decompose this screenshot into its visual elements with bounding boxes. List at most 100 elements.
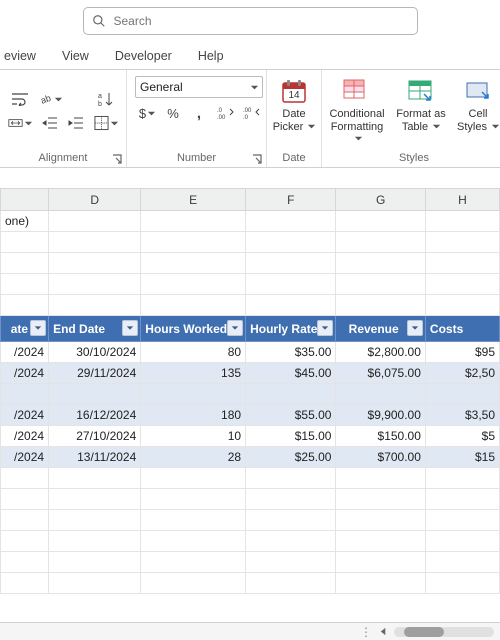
cell[interactable] — [141, 573, 246, 594]
comma-format-button[interactable]: , — [187, 102, 211, 124]
cell[interactable]: $3,50 — [425, 405, 499, 426]
cell[interactable] — [336, 573, 425, 594]
filter-button[interactable] — [30, 320, 46, 336]
sheet-resize-handle[interactable]: ⋮ — [360, 625, 373, 639]
cell[interactable] — [246, 510, 336, 531]
cell[interactable] — [246, 468, 336, 489]
cell[interactable] — [336, 253, 425, 274]
cell[interactable]: $25.00 — [246, 447, 336, 468]
th-start-date[interactable]: ate — [1, 316, 49, 342]
cell[interactable]: $55.00 — [246, 405, 336, 426]
col-header-h[interactable]: H — [425, 189, 499, 211]
cell[interactable] — [1, 232, 49, 253]
cell[interactable] — [1, 573, 49, 594]
cell[interactable] — [141, 211, 246, 232]
cell[interactable]: $700.00 — [336, 447, 425, 468]
cell[interactable] — [246, 552, 336, 573]
cell-styles-button[interactable]: Cell Styles — [454, 72, 500, 150]
cell[interactable] — [1, 253, 49, 274]
cell[interactable] — [49, 489, 141, 510]
table-row[interactable]: /2024 27/10/2024 10 $15.00 $150.00 $5 — [1, 426, 500, 447]
merge-center-button[interactable] — [8, 112, 32, 134]
tab-help[interactable]: Help — [194, 49, 228, 69]
cell[interactable] — [49, 295, 141, 316]
tab-developer[interactable]: Developer — [111, 49, 176, 69]
cell[interactable] — [141, 468, 246, 489]
cell[interactable] — [49, 232, 141, 253]
cell[interactable] — [141, 552, 246, 573]
cell[interactable] — [49, 384, 141, 405]
cell[interactable]: $2,800.00 — [336, 342, 425, 363]
table-row[interactable]: /2024 29/11/2024 135 $45.00 $6,075.00 $2… — [1, 363, 500, 384]
cell[interactable]: 29/11/2024 — [49, 363, 141, 384]
col-header-f[interactable]: F — [246, 189, 336, 211]
cell[interactable] — [49, 552, 141, 573]
scroll-left-button[interactable] — [379, 625, 388, 639]
search-box[interactable] — [83, 7, 418, 35]
filter-button[interactable] — [122, 320, 138, 336]
cell[interactable] — [49, 510, 141, 531]
cell[interactable] — [425, 384, 499, 405]
cell[interactable] — [336, 232, 425, 253]
alignment-launcher[interactable] — [112, 154, 122, 164]
cell[interactable]: $150.00 — [336, 426, 425, 447]
cell[interactable] — [246, 489, 336, 510]
cell[interactable] — [141, 253, 246, 274]
accounting-format-button[interactable]: $ — [135, 102, 159, 124]
cell[interactable]: $6,075.00 — [336, 363, 425, 384]
decrease-decimal-button[interactable]: .00.0 — [239, 102, 263, 124]
sort-button[interactable]: ab — [94, 88, 118, 110]
cell[interactable]: /2024 — [1, 426, 49, 447]
scrollbar-track[interactable] — [394, 627, 494, 637]
cell[interactable] — [1, 489, 49, 510]
cell[interactable] — [336, 384, 425, 405]
cell[interactable] — [1, 274, 49, 295]
cell[interactable] — [141, 274, 246, 295]
cell[interactable] — [1, 510, 49, 531]
cell[interactable] — [246, 211, 336, 232]
cell[interactable]: /2024 — [1, 363, 49, 384]
spreadsheet-grid[interactable]: D E F G H one) ate End Date Hours Worked — [0, 168, 500, 622]
col-header-d[interactable]: D — [49, 189, 141, 211]
cell[interactable] — [246, 384, 336, 405]
cell[interactable]: $5 — [425, 426, 499, 447]
decrease-indent-button[interactable] — [38, 112, 62, 134]
cell[interactable] — [141, 384, 246, 405]
cell[interactable] — [425, 510, 499, 531]
cell[interactable] — [336, 211, 425, 232]
th-revenue[interactable]: Revenue — [336, 316, 425, 342]
cell[interactable]: 30/10/2024 — [49, 342, 141, 363]
th-costs[interactable]: Costs — [425, 316, 499, 342]
cell[interactable] — [425, 295, 499, 316]
scrollbar-thumb[interactable] — [404, 627, 444, 637]
cell[interactable] — [336, 531, 425, 552]
col-header-c[interactable] — [1, 189, 49, 211]
table-row[interactable]: /2024 16/12/2024 180 $55.00 $9,900.00 $3… — [1, 405, 500, 426]
cell[interactable]: $15 — [425, 447, 499, 468]
cell[interactable]: one) — [1, 211, 49, 232]
borders-button[interactable] — [94, 112, 118, 134]
cell[interactable] — [49, 573, 141, 594]
date-picker-button[interactable]: 14 Date Picker — [269, 72, 319, 150]
cell[interactable]: 180 — [141, 405, 246, 426]
table-row[interactable]: /2024 30/10/2024 80 $35.00 $2,800.00 $95 — [1, 342, 500, 363]
increase-indent-button[interactable] — [64, 112, 88, 134]
cell[interactable] — [425, 552, 499, 573]
cell[interactable] — [336, 295, 425, 316]
cell[interactable] — [1, 295, 49, 316]
cell[interactable] — [141, 295, 246, 316]
th-hours-worked[interactable]: Hours Worked — [141, 316, 246, 342]
th-hourly-rate[interactable]: Hourly Rate — [246, 316, 336, 342]
tab-review[interactable]: eview — [0, 49, 40, 69]
cell[interactable] — [425, 232, 499, 253]
cell[interactable]: $9,900.00 — [336, 405, 425, 426]
number-launcher[interactable] — [252, 154, 262, 164]
cell[interactable]: 27/10/2024 — [49, 426, 141, 447]
cell[interactable] — [246, 295, 336, 316]
horizontal-scrollbar[interactable]: ⋮ — [0, 622, 500, 640]
cell[interactable] — [246, 531, 336, 552]
increase-decimal-button[interactable]: .0.00 — [213, 102, 237, 124]
cell[interactable] — [49, 253, 141, 274]
cell[interactable] — [1, 552, 49, 573]
cell[interactable]: $45.00 — [246, 363, 336, 384]
